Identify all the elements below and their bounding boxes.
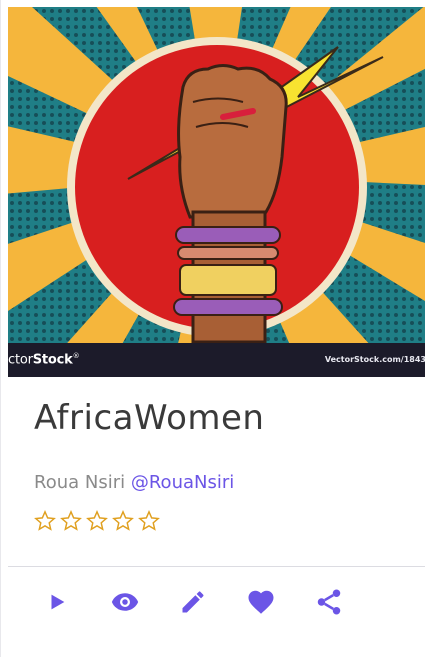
heart-icon: [248, 590, 274, 614]
raised-fist-illustration: [8, 7, 425, 343]
watermark-right: VectorStock.com/1843: [324, 355, 425, 364]
author-line: Roua Nsiri @RouaNsiri: [34, 472, 234, 493]
action-bar: [41, 586, 345, 618]
star-icon[interactable]: [34, 510, 56, 532]
edit-button[interactable]: [177, 586, 209, 618]
star-icon[interactable]: [112, 510, 134, 532]
eye-icon: [111, 593, 139, 611]
share-button[interactable]: [313, 586, 345, 618]
share-icon: [317, 589, 341, 615]
divider: [8, 566, 425, 567]
star-icon[interactable]: [60, 510, 82, 532]
like-button[interactable]: [245, 586, 277, 618]
story-card: ctorStock® VectorStock.com/1843 AfricaWo…: [0, 0, 425, 657]
rating-stars[interactable]: [34, 510, 160, 532]
play-button[interactable]: [41, 586, 73, 618]
view-button[interactable]: [109, 586, 141, 618]
story-title: AfricaWomen: [34, 398, 265, 438]
star-icon[interactable]: [138, 510, 160, 532]
watermark-bar: ctorStock® VectorStock.com/1843: [8, 343, 425, 377]
author-handle[interactable]: @RouaNsiri: [131, 472, 234, 493]
star-icon[interactable]: [86, 510, 108, 532]
play-icon: [51, 594, 65, 610]
pencil-icon: [182, 591, 204, 613]
watermark-left: ctorStock®: [8, 352, 80, 368]
cover-image[interactable]: [8, 7, 425, 343]
author-name: Roua Nsiri: [34, 472, 126, 493]
